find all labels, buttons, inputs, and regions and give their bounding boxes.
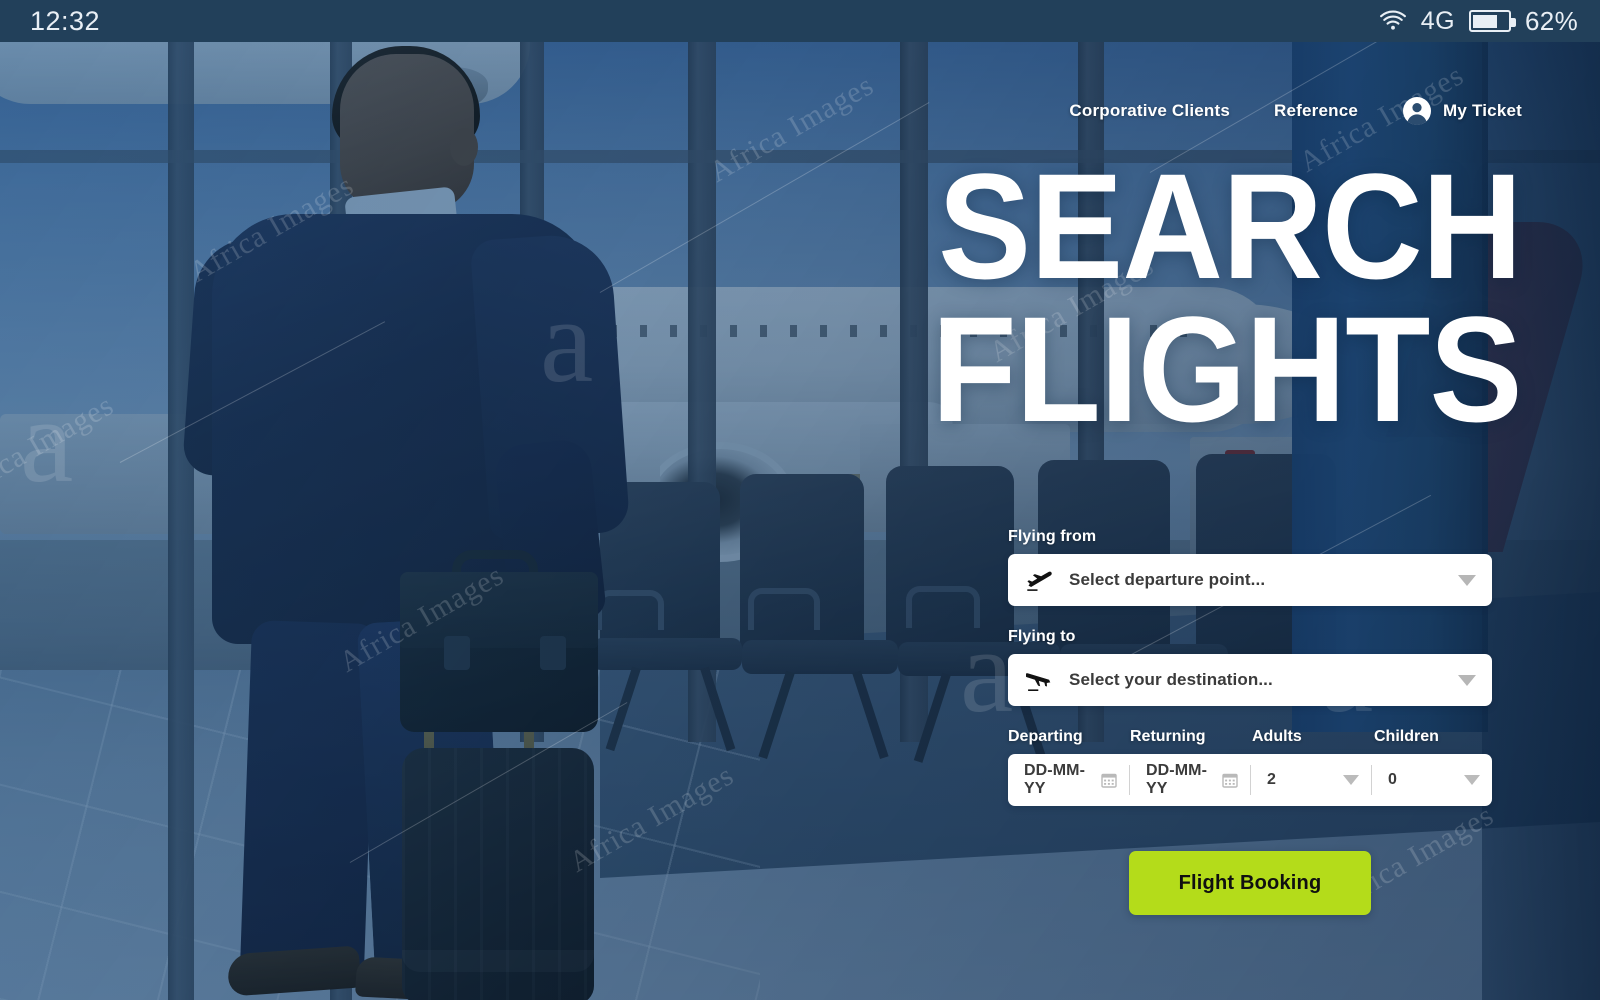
returning-label: Returning bbox=[1130, 728, 1206, 745]
flying-from-value: Select departure point... bbox=[1069, 570, 1266, 589]
departing-date-value: DD-MM-YY bbox=[1024, 762, 1086, 797]
children-select[interactable]: 0 bbox=[1371, 765, 1492, 795]
hero-title-line-2: Flights bbox=[931, 284, 1523, 453]
status-bar-indicators: 4G 62% bbox=[1379, 6, 1578, 37]
adults-label: Adults bbox=[1252, 728, 1302, 745]
children-value: 0 bbox=[1388, 771, 1397, 788]
wifi-icon bbox=[1379, 10, 1406, 30]
network-type-label: 4G bbox=[1420, 6, 1456, 35]
flying-to-select[interactable]: Select your destination... bbox=[1008, 654, 1492, 706]
app-root: Africa Images Africa Images Africa Image… bbox=[0, 0, 1600, 1000]
departing-label: Departing bbox=[1008, 728, 1083, 745]
nav-my-ticket[interactable]: My Ticket bbox=[1402, 96, 1522, 126]
flight-booking-button[interactable]: Flight Booking bbox=[1129, 851, 1371, 915]
calendar-icon bbox=[1222, 772, 1238, 788]
status-bar-clock: 12:32 bbox=[30, 5, 101, 36]
battery-fill bbox=[1473, 14, 1497, 28]
chevron-down-icon[interactable] bbox=[1343, 775, 1359, 785]
nav-my-ticket-label: My Ticket bbox=[1443, 101, 1522, 120]
flying-to-label: Flying to bbox=[1008, 628, 1076, 645]
calendar-icon bbox=[1101, 772, 1117, 788]
departing-date-input[interactable]: DD-MM-YY bbox=[1008, 762, 1129, 797]
flight-search-form: Flying from Select departure point... Fl… bbox=[1008, 528, 1492, 915]
passenger-row-labels: Departing Returning Adults Children bbox=[1008, 728, 1492, 746]
flying-from-label: Flying from bbox=[1008, 528, 1097, 545]
returning-date-value: DD-MM-YY bbox=[1146, 762, 1208, 797]
status-bar: 12:32 4G 62% bbox=[0, 0, 1600, 42]
top-navigation: Corporative Clients Reference My Ticket bbox=[1069, 96, 1522, 126]
plane-landing-icon bbox=[1026, 668, 1053, 692]
passenger-row-panel: DD-MM-YY DD-MM-YY 2 0 bbox=[1008, 754, 1492, 806]
adults-select[interactable]: 2 bbox=[1250, 765, 1371, 795]
flying-from-select[interactable]: Select departure point... bbox=[1008, 554, 1492, 606]
flying-to-value: Select your destination... bbox=[1069, 670, 1273, 689]
chevron-down-icon[interactable] bbox=[1458, 674, 1476, 686]
nav-reference[interactable]: Reference bbox=[1274, 101, 1358, 121]
returning-date-input[interactable]: DD-MM-YY bbox=[1129, 762, 1250, 797]
children-label: Children bbox=[1374, 728, 1439, 745]
hero-title: Search Flights bbox=[887, 142, 1523, 453]
user-avatar-icon bbox=[1403, 97, 1432, 126]
nav-corporative-clients[interactable]: Corporative Clients bbox=[1069, 101, 1230, 121]
hero-title-line-1: Search bbox=[938, 142, 1523, 310]
adults-value: 2 bbox=[1267, 771, 1276, 788]
chevron-down-icon[interactable] bbox=[1464, 775, 1480, 785]
submit-row: Flight Booking bbox=[1008, 851, 1492, 915]
plane-takeoff-icon bbox=[1026, 568, 1053, 592]
battery-percent-label: 62% bbox=[1525, 5, 1578, 36]
chevron-down-icon[interactable] bbox=[1458, 574, 1476, 586]
battery-icon bbox=[1469, 10, 1517, 32]
